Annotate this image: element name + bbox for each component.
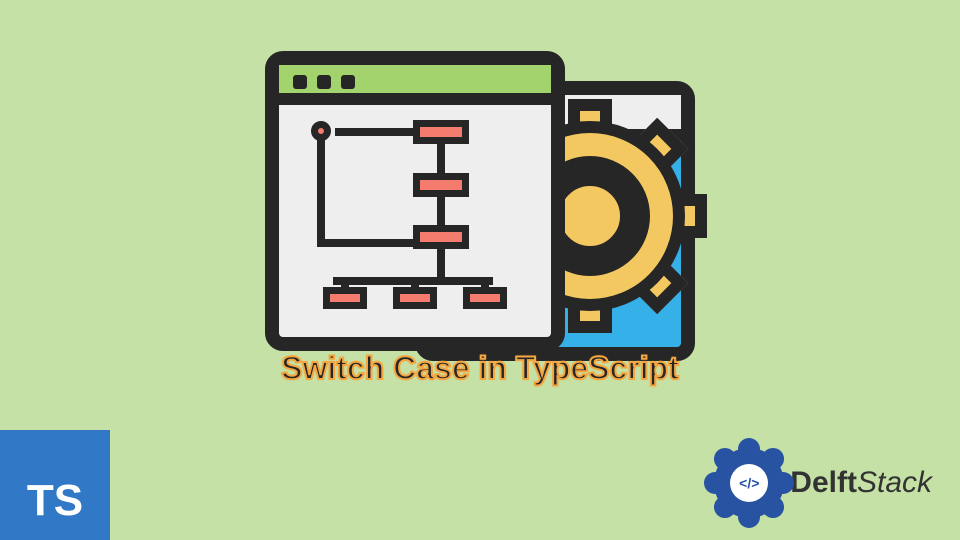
flowchart-icon [293, 117, 537, 323]
brand-name: DelftStack [790, 466, 932, 500]
flowchart-node [323, 287, 367, 309]
flowchart-node [413, 120, 469, 144]
flowchart-node [413, 225, 469, 249]
flowchart-node [463, 287, 507, 309]
brand-badge-icon: </> [714, 448, 784, 518]
typescript-logo-icon: TS [0, 430, 110, 540]
flowchart-start-node [311, 121, 331, 141]
flowchart-node [413, 173, 469, 197]
front-window [265, 51, 565, 351]
brand-logo: </> DelftStack [714, 448, 932, 518]
page-title: Switch Case in TypeScript [281, 350, 679, 387]
front-window-controls [293, 75, 355, 89]
flowchart-node [393, 287, 437, 309]
typescript-logo-text: TS [27, 476, 83, 526]
front-window-titlebar [279, 65, 551, 105]
main-illustration [265, 51, 695, 381]
